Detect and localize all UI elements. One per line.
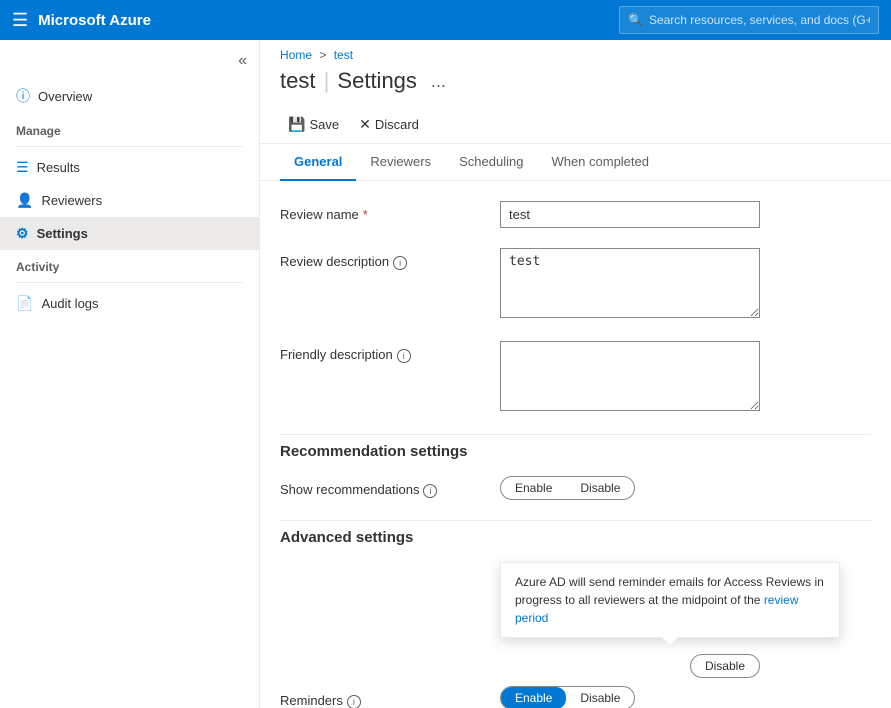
sidebar-item-reviewers[interactable]: 👤 Reviewers — [0, 184, 259, 217]
reminders-enable-btn[interactable]: Enable — [501, 687, 566, 708]
sidebar-overview-label: Overview — [38, 89, 92, 104]
tab-when-completed[interactable]: When completed — [537, 144, 663, 181]
reminders-label: Reminders i — [280, 687, 500, 708]
friendly-description-info-icon[interactable]: i — [397, 349, 411, 363]
show-recommendations-row: Show recommendations i Enable Disable — [280, 476, 871, 500]
topbar-title: Microsoft Azure — [38, 12, 151, 29]
info-icon: ⓘ — [16, 86, 30, 106]
tab-general[interactable]: General — [280, 144, 356, 181]
sidebar-audit-logs-label: Audit logs — [41, 296, 98, 311]
review-description-field: test — [500, 248, 871, 321]
audit-logs-icon: 📄 — [16, 295, 33, 312]
page-title: test | Settings — [280, 68, 417, 94]
hamburger-icon[interactable]: ☰ — [12, 10, 28, 31]
tab-scheduling[interactable]: Scheduling — [445, 144, 537, 181]
breadcrumb-home[interactable]: Home — [280, 48, 312, 62]
resource-name: test — [280, 68, 315, 93]
tooltip-disable-btn[interactable]: Disable — [691, 655, 759, 677]
topbar: ☰ Microsoft Azure 🔍 — [0, 0, 891, 40]
advanced-settings-header: Advanced settings — [280, 520, 871, 546]
toolbar: 💾 Save ✕ Discard — [260, 106, 891, 144]
review-name-field — [500, 201, 871, 228]
tooltip-disable-toggle: Disable — [690, 654, 760, 678]
sidebar-item-results[interactable]: ☰ Results — [0, 151, 259, 184]
save-button[interactable]: 💾 Save — [280, 112, 347, 137]
sidebar-results-label: Results — [37, 160, 80, 175]
show-recommendations-enable-btn[interactable]: Enable — [501, 477, 566, 499]
form-content: Review name * Review description i test — [260, 181, 891, 708]
section-name: Settings — [337, 68, 417, 93]
discard-icon: ✕ — [359, 116, 371, 133]
review-name-input[interactable] — [500, 201, 760, 228]
activity-section-label: Activity — [0, 250, 259, 278]
review-description-label: Review description i — [280, 248, 500, 270]
results-icon: ☰ — [16, 159, 29, 176]
show-recommendations-disable-btn[interactable]: Disable — [566, 477, 634, 499]
page-title-bar: test | Settings ... — [260, 64, 891, 106]
discard-label: Discard — [375, 117, 419, 132]
review-description-row: Review description i test — [280, 248, 871, 321]
activity-divider — [16, 282, 243, 283]
friendly-description-field — [500, 341, 871, 414]
manage-divider — [16, 146, 243, 147]
main-layout: « ⓘ Overview Manage ☰ Results 👤 Reviewer… — [0, 40, 891, 708]
breadcrumb-current[interactable]: test — [334, 48, 353, 62]
sidebar-collapse-btn[interactable]: « — [0, 48, 259, 78]
review-name-label: Review name * — [280, 201, 500, 222]
friendly-description-label: Friendly description i — [280, 341, 500, 363]
reminders-row: Reminders i Enable Disable — [280, 686, 871, 708]
save-icon: 💾 — [288, 116, 305, 133]
recommendation-settings-header: Recommendation settings — [280, 434, 871, 460]
collapse-button[interactable]: « — [238, 52, 247, 70]
show-recommendations-field: Enable Disable — [500, 476, 871, 500]
review-name-row: Review name * — [280, 201, 871, 228]
required-star: * — [363, 207, 368, 222]
save-label: Save — [309, 117, 339, 132]
friendly-description-row: Friendly description i — [280, 341, 871, 414]
reminders-disable-btn[interactable]: Disable — [566, 687, 634, 708]
tabs-bar: General Reviewers Scheduling When comple… — [260, 144, 891, 181]
review-description-input[interactable]: test — [500, 248, 760, 318]
sidebar-item-settings[interactable]: ⚙ Settings — [0, 217, 259, 250]
content-area: Home > test test | Settings ... 💾 Save ✕… — [260, 40, 891, 708]
show-recommendations-toggle: Enable Disable — [500, 476, 635, 500]
sidebar-item-overview[interactable]: ⓘ Overview — [0, 78, 259, 114]
sidebar-reviewers-label: Reviewers — [41, 193, 102, 208]
tooltip-callout: Azure AD will send reminder emails for A… — [500, 562, 840, 638]
review-description-info-icon[interactable]: i — [393, 256, 407, 270]
sidebar-item-audit-logs[interactable]: 📄 Audit logs — [0, 287, 259, 320]
reminders-info-icon[interactable]: i — [347, 695, 361, 708]
search-icon: 🔍 — [628, 13, 643, 27]
discard-button[interactable]: ✕ Discard — [351, 112, 427, 137]
tab-reviewers[interactable]: Reviewers — [356, 144, 445, 181]
ellipsis-button[interactable]: ... — [425, 69, 452, 94]
search-box[interactable]: 🔍 — [619, 6, 879, 34]
manage-section-label: Manage — [0, 114, 259, 142]
reminders-field: Enable Disable — [500, 686, 871, 708]
breadcrumb: Home > test — [260, 40, 891, 64]
reminders-toggle: Enable Disable — [500, 686, 635, 708]
show-recommendations-label: Show recommendations i — [280, 476, 500, 498]
title-divider: | — [324, 68, 336, 93]
friendly-description-input[interactable] — [500, 341, 760, 411]
show-recommendations-info-icon[interactable]: i — [423, 484, 437, 498]
settings-icon: ⚙ — [16, 225, 29, 242]
search-input[interactable] — [649, 13, 870, 27]
sidebar: « ⓘ Overview Manage ☰ Results 👤 Reviewer… — [0, 40, 260, 708]
reviewers-icon: 👤 — [16, 192, 33, 209]
sidebar-settings-label: Settings — [37, 226, 88, 241]
breadcrumb-separator: > — [319, 48, 326, 62]
